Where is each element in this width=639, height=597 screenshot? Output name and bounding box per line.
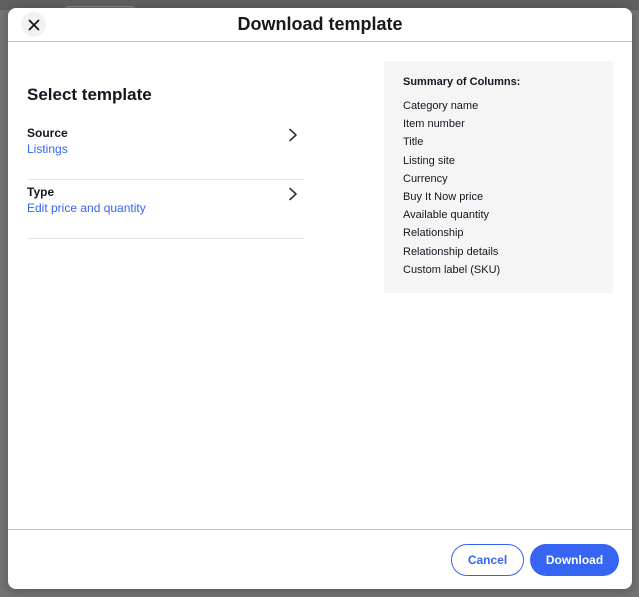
summary-column-item: Title — [403, 136, 424, 149]
summary-column-item: Listing site — [403, 154, 455, 167]
summary-title: Summary of Columns: — [403, 76, 521, 88]
chevron-right-icon — [289, 128, 297, 142]
dialog-content: Select template Source Listings Type Edi… — [8, 42, 632, 530]
dialog-title: Download template — [237, 14, 403, 34]
download-template-dialog: Download template Select template Source… — [8, 8, 632, 589]
summary-column-item: Available quantity — [403, 209, 490, 222]
summary-column-item: Custom label (SKU) — [403, 263, 501, 276]
summary-column-item: Currency — [403, 172, 448, 185]
summary-of-columns-panel: Summary of Columns: Category name Item n… — [384, 61, 613, 293]
download-button[interactable]: Download — [530, 544, 619, 576]
chevron-right-icon — [289, 187, 297, 201]
type-row[interactable]: Type Edit price and quantity — [27, 181, 304, 239]
cancel-button[interactable]: Cancel — [451, 544, 524, 576]
dialog-header: Download template — [8, 8, 632, 42]
close-icon — [28, 19, 39, 30]
close-button[interactable] — [21, 12, 46, 37]
summary-column-item: Buy It Now price — [403, 190, 484, 203]
summary-column-item: Item number — [403, 118, 465, 131]
source-label: Source — [27, 126, 68, 140]
select-template-heading: Select template — [27, 85, 152, 104]
summary-column-item: Category name — [403, 100, 479, 112]
source-row[interactable]: Source Listings — [27, 122, 304, 180]
type-label: Type — [27, 185, 55, 199]
type-value: Edit price and quantity — [27, 201, 146, 215]
dialog-footer: Cancel Download — [8, 529, 632, 589]
summary-column-item: Relationship — [403, 227, 464, 240]
summary-column-item: Relationship details — [403, 245, 499, 258]
source-value: Listings — [27, 142, 68, 156]
